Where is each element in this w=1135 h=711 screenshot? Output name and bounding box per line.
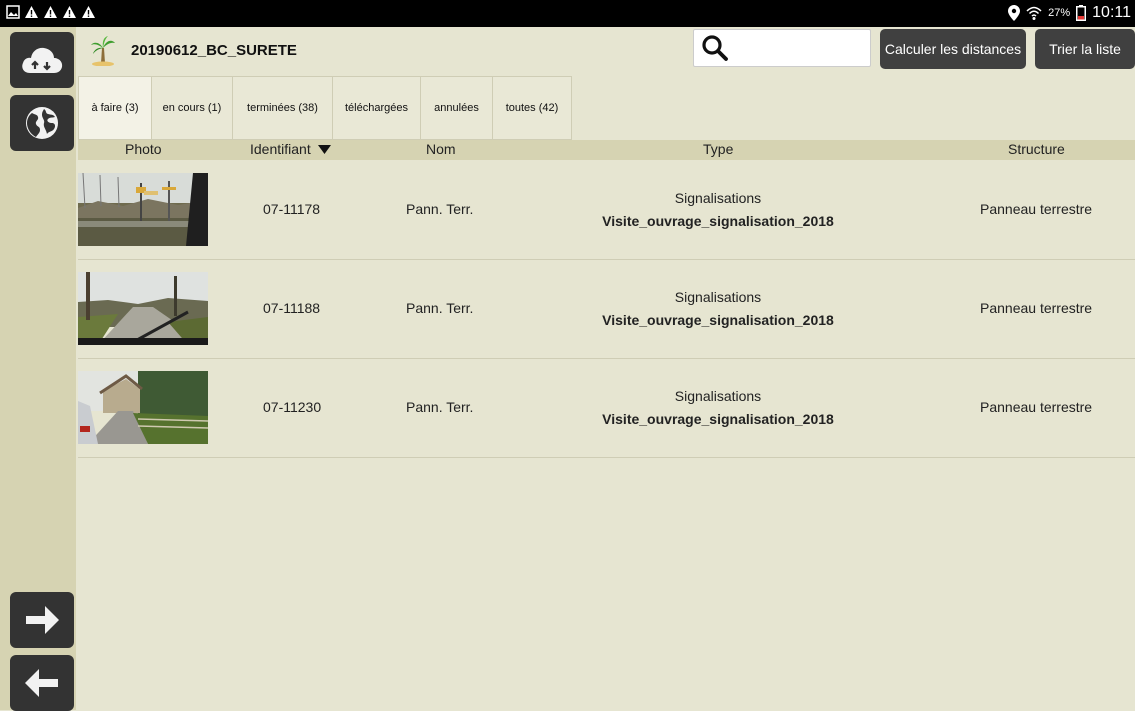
search-box[interactable] bbox=[693, 29, 871, 67]
column-type[interactable]: Type bbox=[703, 141, 733, 157]
column-identifiant-label: Identifiant bbox=[250, 141, 311, 157]
arrow-right-icon bbox=[26, 606, 59, 634]
tab-a-faire[interactable]: à faire (3) bbox=[78, 76, 152, 140]
arrow-left-icon bbox=[25, 669, 58, 697]
table-row[interactable]: 07-11188 Pann. Terr. Signalisations Visi… bbox=[78, 260, 1135, 359]
image-notification-icon bbox=[6, 5, 20, 19]
row-nom: Pann. Terr. bbox=[406, 201, 474, 217]
sync-button[interactable] bbox=[10, 32, 74, 88]
warning-icon bbox=[82, 6, 95, 18]
project-title: 20190612_BC_SURETE bbox=[131, 42, 297, 59]
row-structure: Panneau terrestre bbox=[980, 399, 1093, 415]
wifi-icon bbox=[1026, 6, 1042, 20]
row-structure: Panneau terrestre bbox=[980, 201, 1093, 217]
search-input[interactable] bbox=[734, 34, 868, 64]
calculate-distances-button[interactable]: Calculer les distances bbox=[880, 29, 1026, 69]
column-photo[interactable]: Photo bbox=[125, 141, 162, 157]
table-header: Photo Identifiant Nom Type Structure bbox=[78, 140, 1135, 160]
row-identifiant: 07-11230 bbox=[263, 399, 322, 415]
warning-icon bbox=[25, 6, 38, 18]
row-identifiant: 07-11188 bbox=[263, 300, 321, 316]
search-icon[interactable] bbox=[701, 34, 729, 62]
row-nom: Pann. Terr. bbox=[406, 399, 474, 415]
palm-tree-icon bbox=[91, 36, 115, 66]
cloud-sync-icon bbox=[22, 47, 63, 73]
row-identifiant: 07-11178 bbox=[263, 201, 321, 217]
table-row[interactable]: 07-11230 Pann. Terr. Signalisations Visi… bbox=[78, 359, 1135, 458]
status-bar: 27% 10:11 bbox=[0, 0, 1135, 27]
row-type: Signalisations bbox=[674, 289, 762, 305]
row-structure: Panneau terrestre bbox=[980, 300, 1093, 316]
header: 20190612_BC_SURETE Calculer les distance… bbox=[76, 27, 1135, 77]
tab-toutes[interactable]: toutes (42) bbox=[493, 76, 572, 140]
globe-icon bbox=[26, 107, 58, 139]
row-type-detail: Visite_ouvrage_signalisation_2018 bbox=[602, 213, 834, 229]
row-photo[interactable] bbox=[78, 371, 208, 444]
row-photo[interactable] bbox=[78, 272, 208, 345]
tab-terminees[interactable]: terminées (38) bbox=[233, 76, 333, 140]
row-type-detail: Visite_ouvrage_signalisation_2018 bbox=[602, 312, 834, 328]
sort-list-button[interactable]: Trier la liste bbox=[1035, 29, 1135, 69]
map-button[interactable] bbox=[10, 95, 74, 151]
table-row[interactable]: 07-11178 Pann. Terr. Signalisations Visi… bbox=[78, 161, 1135, 260]
row-type-detail: Visite_ouvrage_signalisation_2018 bbox=[602, 411, 834, 427]
battery-percent: 27% bbox=[1048, 7, 1071, 19]
sidebar bbox=[0, 27, 76, 711]
column-structure[interactable]: Structure bbox=[1008, 141, 1065, 157]
clock: 10:11 bbox=[1092, 4, 1131, 21]
row-type: Signalisations bbox=[674, 388, 762, 404]
sort-desc-icon bbox=[317, 145, 331, 154]
tab-en-cours[interactable]: en cours (1) bbox=[152, 76, 233, 140]
tab-annulees[interactable]: annulées bbox=[421, 76, 493, 140]
warning-icon bbox=[63, 6, 76, 18]
filter-tabs: à faire (3) en cours (1) terminées (38) … bbox=[78, 76, 572, 140]
previous-button[interactable] bbox=[10, 655, 74, 711]
tab-telechargees[interactable]: téléchargées bbox=[333, 76, 421, 140]
next-button[interactable] bbox=[10, 592, 74, 648]
row-nom: Pann. Terr. bbox=[406, 300, 474, 316]
battery-icon bbox=[1076, 5, 1087, 21]
row-type: Signalisations bbox=[674, 190, 762, 206]
column-identifiant[interactable]: Identifiant bbox=[250, 141, 331, 157]
row-photo[interactable] bbox=[78, 173, 208, 246]
column-nom[interactable]: Nom bbox=[426, 141, 456, 157]
warning-icon bbox=[44, 6, 57, 18]
location-icon bbox=[1008, 5, 1021, 21]
